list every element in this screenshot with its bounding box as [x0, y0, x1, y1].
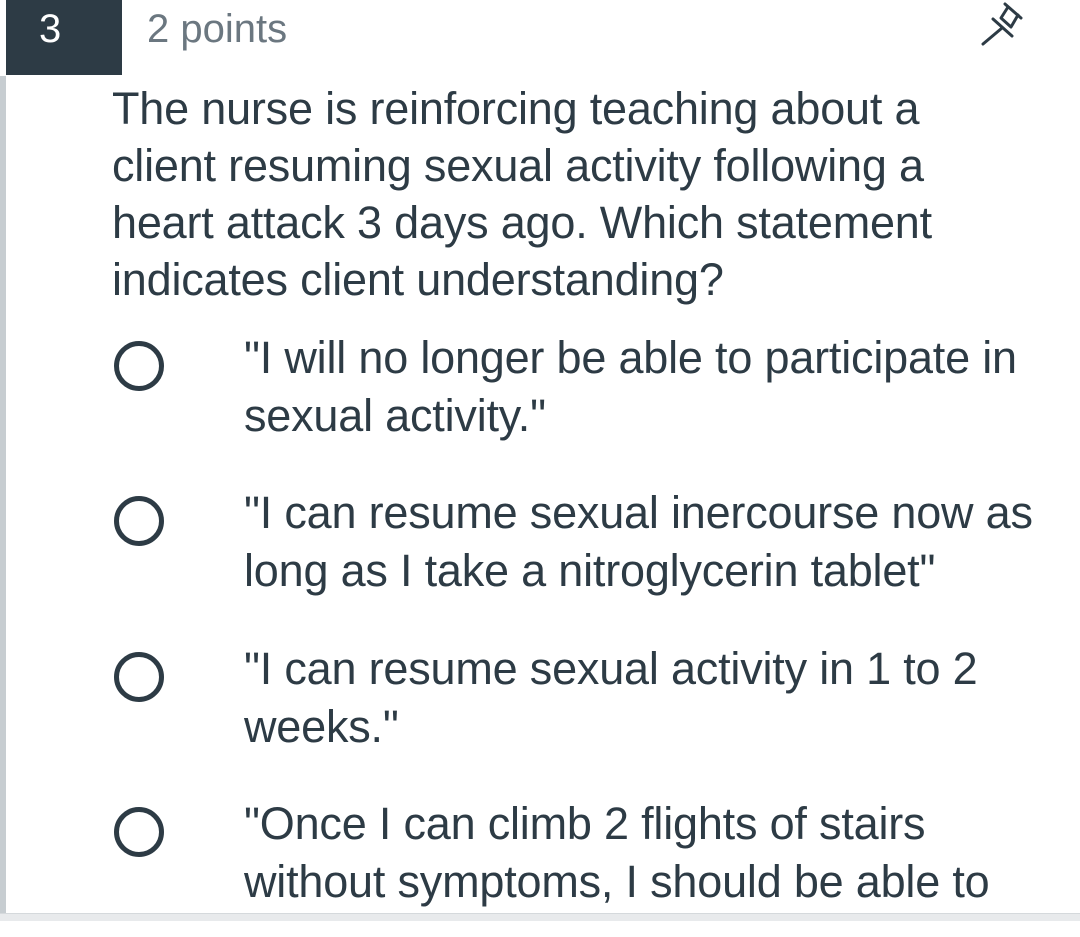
bottom-margin: [0, 921, 1080, 937]
radio-button[interactable]: [114, 496, 164, 546]
left-rail: [0, 76, 6, 921]
answer-text: "I can resume sexual inercourse now as l…: [244, 487, 1033, 596]
quiz-question-page: 3 2 points The nurse is reinforcing teac…: [0, 0, 1080, 937]
radio-button[interactable]: [114, 341, 164, 391]
radio-button[interactable]: [114, 807, 164, 857]
answer-text: "Once I can climb 2 flights of stairs wi…: [244, 798, 990, 907]
answer-text: "I can resume sexual activity in 1 to 2 …: [244, 643, 978, 752]
radio-button[interactable]: [114, 652, 164, 702]
question-points: 2 points: [147, 7, 288, 51]
pushpin-icon: [981, 2, 1023, 46]
pin-question-button[interactable]: [975, 0, 1027, 48]
answer-text: "I will no longer be able to participate…: [244, 332, 1017, 441]
question-number: 3: [6, 0, 122, 75]
question-text: The nurse is reinforcing teaching about …: [112, 83, 932, 305]
